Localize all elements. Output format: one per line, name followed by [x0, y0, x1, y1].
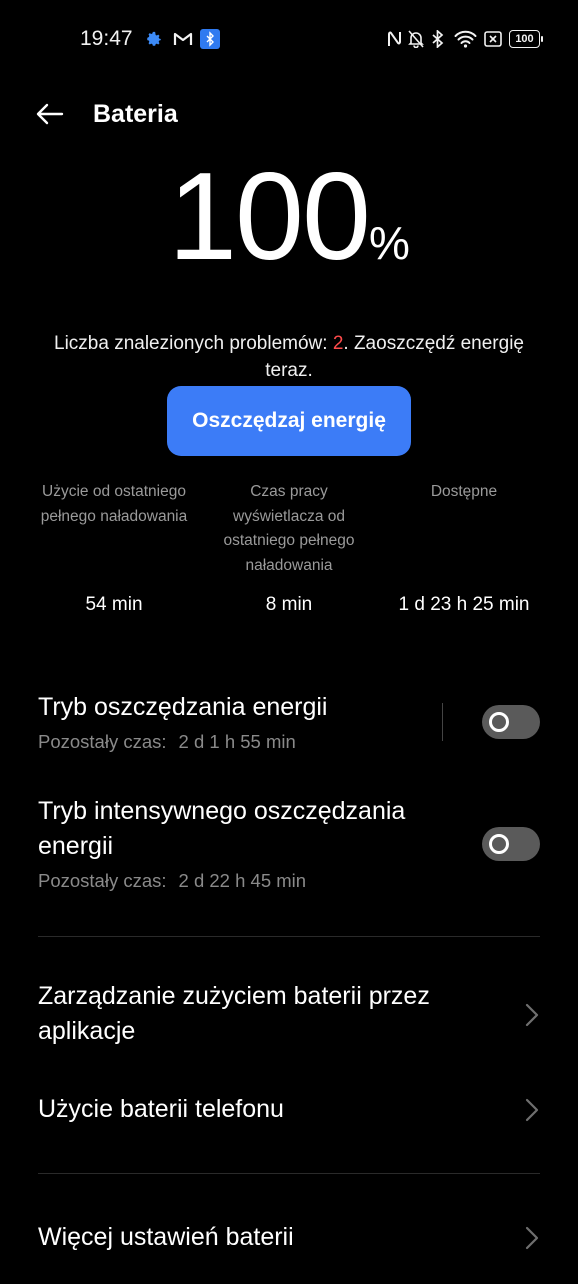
ultra-saving-remaining: Pozostały czas: 2 d 22 h 45 min: [38, 869, 468, 893]
power-saving-toggle[interactable]: [482, 705, 540, 739]
phone-battery-usage-row[interactable]: Użycie baterii telefonu: [38, 1092, 540, 1130]
power-saving-remaining: Pozostały czas: 2 d 1 h 55 min: [38, 730, 438, 754]
nav-item-label-line1: Zarządzanie zużyciem baterii przez: [38, 982, 430, 1010]
stat-value: 54 min: [85, 594, 143, 615]
problems-count: 2: [332, 333, 344, 354]
nfc-icon: [386, 28, 402, 50]
stat-usage-since-charge: Użycie od ostatniego pełnego naładowania…: [40, 480, 188, 620]
battery-icon: 100: [509, 28, 543, 50]
wifi-icon: [453, 28, 477, 50]
arrow-left-icon: [36, 103, 64, 125]
remaining-label: Pozostały czas:: [38, 731, 167, 752]
ultra-saving-title-line2: energii: [38, 832, 114, 860]
power-saving-mode-row[interactable]: Tryb oszczędzania energii Pozostały czas…: [38, 690, 438, 760]
gear-icon: [144, 28, 164, 50]
section-divider: [38, 936, 540, 937]
more-battery-settings-row[interactable]: Więcej ustawień baterii: [38, 1220, 540, 1258]
remaining-value: 2 d 22 h 45 min: [178, 870, 307, 891]
row-divider: [442, 703, 443, 741]
remaining-label: Pozostały czas:: [38, 870, 167, 891]
toggle-knob: [489, 834, 509, 854]
nav-item-label: Użycie baterii telefonu: [38, 1095, 284, 1123]
battery-percentage: 100%: [0, 152, 578, 320]
problems-message: Liczba znalezionych problemów: 2. Zaoszc…: [40, 330, 538, 384]
stat-value: 1 d 23 h 25 min: [398, 594, 530, 615]
status-time: 19:47: [80, 27, 133, 50]
ultra-saving-title-line1: Tryb intensywnego oszczędzania: [38, 797, 406, 825]
stat-screen-time: Czas pracy wyświetlacza od ostatniego pe…: [212, 480, 366, 620]
bluetooth-icon: [431, 28, 445, 50]
save-energy-button[interactable]: Oszczędzaj energię: [167, 386, 411, 456]
problems-prefix: Liczba znalezionych problemów:: [54, 333, 333, 354]
chevron-right-icon: [522, 1096, 542, 1124]
battery-level-text: 100: [515, 33, 534, 45]
stat-value: 8 min: [265, 594, 313, 615]
ultra-power-saving-row[interactable]: Tryb intensywnego oszczędzania energii P…: [38, 794, 468, 900]
stat-label: Użycie od ostatniego pełnego naładowania: [40, 483, 188, 525]
toggle-knob: [489, 712, 509, 732]
bell-off-icon: [408, 28, 424, 50]
bluetooth-app-icon: [199, 28, 220, 50]
section-divider: [38, 1173, 540, 1174]
power-saving-mode-title: Tryb oszczędzania energii: [38, 693, 328, 721]
page-title: Bateria: [93, 100, 178, 128]
stat-label: Dostępne: [430, 483, 498, 500]
chevron-right-icon: [522, 1001, 542, 1029]
stat-label: Czas pracy wyświetlacza od ostatniego pe…: [223, 483, 355, 574]
gmail-icon: [172, 28, 194, 50]
battery-percent-value: 100: [168, 148, 371, 286]
sim-off-icon: [483, 28, 503, 50]
remaining-value: 2 d 1 h 55 min: [178, 731, 296, 752]
nav-item-label: Więcej ustawień baterii: [38, 1223, 294, 1251]
nav-item-label-line2: aplikacje: [38, 1017, 136, 1045]
app-battery-management-row[interactable]: Zarządzanie zużyciem baterii przez aplik…: [38, 979, 540, 1051]
chevron-right-icon: [522, 1224, 542, 1252]
stat-available: Dostępne 1 d 23 h 25 min: [388, 480, 540, 620]
battery-percent-unit: %: [368, 217, 410, 269]
ultra-power-saving-toggle[interactable]: [482, 827, 540, 861]
back-button[interactable]: [28, 94, 72, 134]
